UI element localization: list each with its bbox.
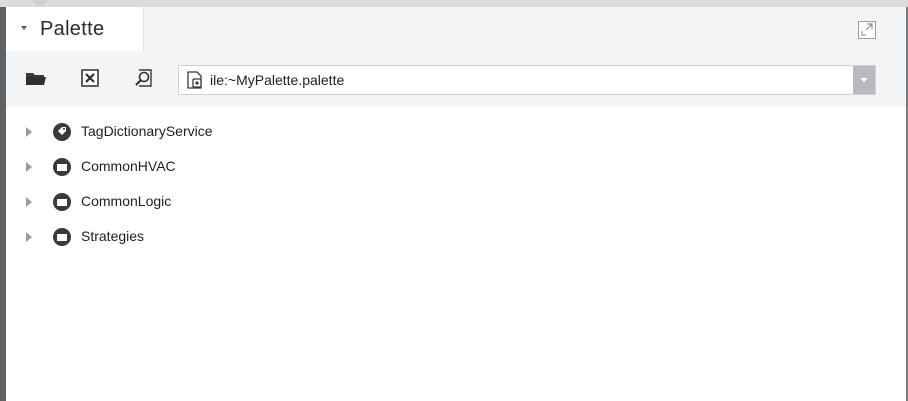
- tree-item-label: TagDictionaryService: [81, 123, 213, 139]
- palette-tab[interactable]: Palette: [6, 7, 144, 51]
- tree-item-tag-dictionary-service[interactable]: TagDictionaryService: [6, 117, 906, 147]
- tag-dictionary-icon: [52, 122, 72, 142]
- close-box-icon[interactable]: [79, 67, 101, 89]
- folder-open-icon[interactable]: [25, 67, 47, 89]
- chevron-down-icon: [860, 78, 868, 82]
- expand-arrow-icon[interactable]: [26, 162, 32, 172]
- palette-file-icon: [186, 71, 204, 89]
- tree-item-label: CommonHVAC: [81, 158, 176, 174]
- maximize-icon[interactable]: [858, 21, 876, 39]
- palette-toolbar: [6, 51, 906, 107]
- palette-panel: Palette ile:~MyPalette.palette TagDictio…: [6, 7, 906, 401]
- top-strip-handle: [33, 0, 47, 6]
- tree-item-strategies[interactable]: Strategies: [6, 222, 906, 252]
- palette-title: Palette: [40, 18, 105, 40]
- folder-icon: [52, 227, 72, 247]
- expand-arrow-icon[interactable]: [26, 232, 32, 242]
- tree-item-label: Strategies: [81, 228, 145, 244]
- palette-file-combo[interactable]: [178, 65, 876, 95]
- folder-icon: [52, 192, 72, 212]
- expand-arrow-icon[interactable]: [26, 197, 32, 207]
- tree-item-label: CommonLogic: [81, 193, 172, 209]
- palette-title-row: Palette: [6, 7, 906, 51]
- tree-item-common-hvac[interactable]: CommonHVAC: [6, 152, 906, 182]
- collapse-caret-icon[interactable]: [21, 26, 27, 30]
- folder-icon: [52, 157, 72, 177]
- expand-arrow-icon[interactable]: [26, 127, 32, 137]
- file-dropdown-button[interactable]: [853, 66, 875, 94]
- tree-item-common-logic[interactable]: CommonLogic: [6, 187, 906, 217]
- find-icon[interactable]: [133, 67, 155, 89]
- file-path-input[interactable]: [210, 69, 830, 91]
